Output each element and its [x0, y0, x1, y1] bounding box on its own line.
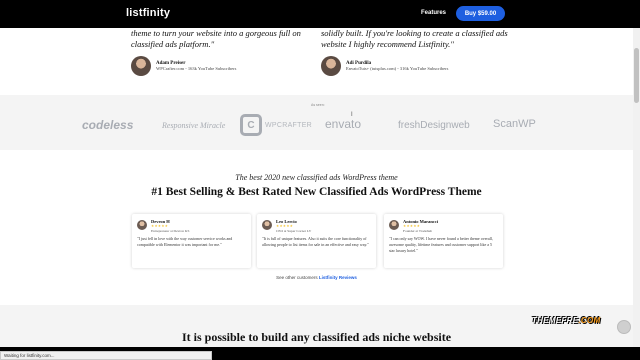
niche-headline: It is possible to build any classified a…	[181, 330, 452, 344]
scroll-to-top-button[interactable]	[617, 320, 631, 334]
wpcrafter-logo: C WPCRAFTER	[240, 114, 312, 136]
avatar	[131, 56, 151, 76]
reviewer-role: Entrepreneur at Devron KS	[151, 229, 190, 233]
testimonial-author: Adam Preiser WPCrafter.com - 163k YouTub…	[131, 56, 236, 76]
page-scrollbar[interactable]	[633, 28, 640, 347]
see-other-reviews: See other customers Listfinity Reviews	[276, 275, 357, 280]
avatar	[262, 220, 272, 230]
avatar	[137, 220, 147, 230]
wpcrafter-mark-icon: C	[240, 114, 262, 136]
top-navbar: listfinity Features Buy $59.00	[0, 0, 640, 28]
freshdesignweb-logo: freshDesignweb	[398, 120, 470, 131]
avatar	[389, 220, 399, 230]
author-subtitle: WPCrafter.com - 163k YouTube Subscribers	[156, 66, 237, 71]
review-card: Leo Lercio ★★★★★ CEO at Super Corner LV …	[257, 214, 376, 268]
author-subtitle: EnvatoTuts+ (tutsplus.com) - 316k YouTub…	[346, 66, 449, 71]
scanwp-logo: ScanWP	[493, 118, 536, 130]
review-text: "I can only say WOW. I have never found …	[389, 236, 493, 253]
section-headline: #1 Best Selling & Best Rated New Classif…	[151, 186, 482, 198]
review-card: Devron H ★★★★★ Entrepreneur at Devron KS…	[132, 214, 251, 268]
codeless-logo: codeless	[82, 118, 134, 132]
reviewer-role: Founder at Tradehub	[403, 229, 433, 233]
review-text: "I just fell in love with the way custom…	[137, 236, 233, 247]
scrollbar-thumb[interactable]	[634, 48, 639, 103]
responsive-miracle-logo: Responsive Miracle	[162, 121, 226, 130]
reviews-link[interactable]: Listfinity Reviews	[319, 275, 357, 280]
section-tagline: The best 2020 new classified ads WordPre…	[235, 173, 398, 182]
envato-logo: envato	[325, 117, 362, 131]
avatar	[321, 56, 341, 76]
logos-label: As seen:	[311, 103, 325, 107]
review-card: Antonio Marancci ★★★★★ Founder at Tradeh…	[384, 214, 503, 268]
testimonial-author: Adi Purdila EnvatoTuts+ (tutsplus.com) -…	[321, 56, 448, 76]
buy-button[interactable]: Buy $59.00	[456, 6, 505, 21]
reviewer-role: CEO at Super Corner LV	[276, 229, 312, 233]
watermark: THEMEFRE.COM	[532, 316, 601, 325]
testimonial-quote: theme to turn your website into a gorgeo…	[131, 28, 301, 49]
status-bar: Waiting for listfinity.com...	[0, 351, 212, 360]
review-text: "It is full of unique features. Also it …	[262, 236, 369, 247]
testimonial-quote: solidly built. If you're looking to crea…	[321, 28, 508, 49]
nav-features-link[interactable]: Features	[421, 10, 446, 16]
site-logo[interactable]: listfinity	[126, 7, 170, 19]
